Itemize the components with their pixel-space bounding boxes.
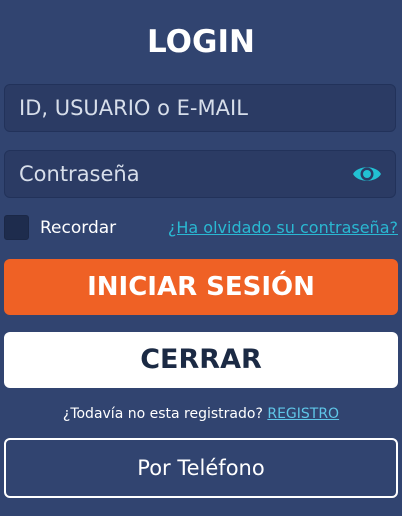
register-line: ¿Todavía no esta registrado? REGISTRO [0,404,402,424]
forgot-password-link[interactable]: ¿Ha olvidado su contraseña? [168,216,398,240]
user-id-input[interactable] [4,84,396,132]
login-button[interactable]: INICIAR SESIÓN [4,259,398,315]
close-button[interactable]: CERRAR [4,332,398,388]
remember-checkbox[interactable] [4,215,29,240]
page-title: LOGIN [147,24,255,60]
register-prompt: ¿Todavía no esta registrado? [62,406,263,422]
remember-label: Recordar [40,218,117,238]
eye-icon[interactable] [352,161,382,187]
password-input[interactable] [4,150,396,198]
phone-login-button[interactable]: Por Teléfono [4,438,398,498]
register-link[interactable]: REGISTRO [267,406,339,422]
